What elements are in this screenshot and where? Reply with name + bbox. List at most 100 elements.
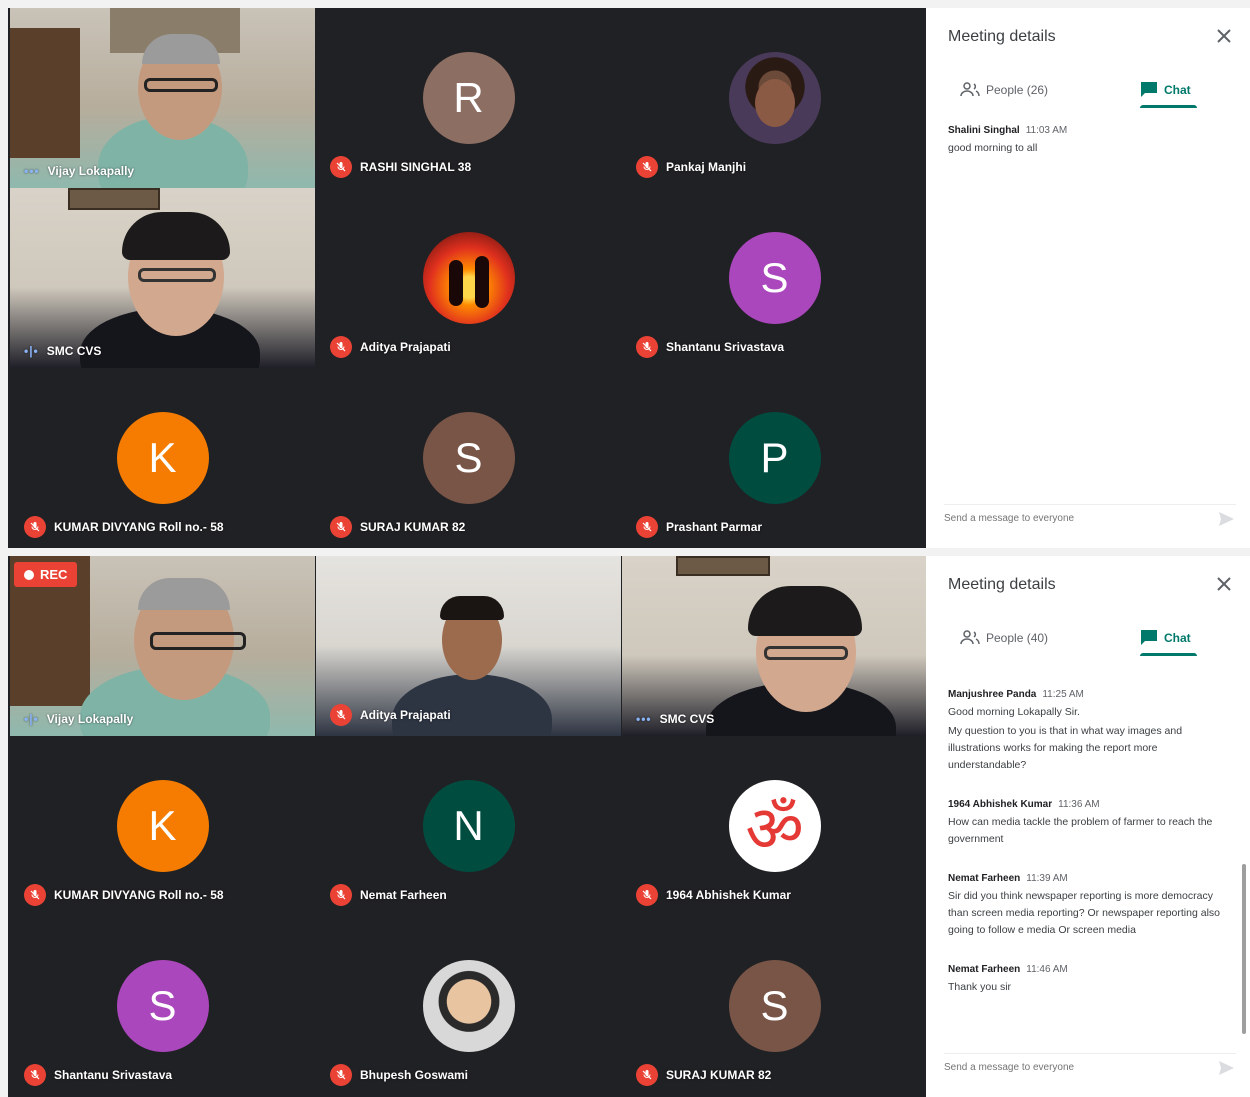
participant-name: Shantanu Srivastava	[666, 340, 785, 354]
chat-messages: Shalini Singhal 11:03 AM good morning to …	[948, 120, 1232, 488]
participant-nameplate: 1964 Abhishek Kumar	[636, 884, 791, 906]
chat-message-input[interactable]	[944, 1062, 1216, 1073]
message-text: good morning to all	[948, 142, 1038, 154]
participant-nameplate: Nemat Farheen	[330, 884, 447, 906]
tab-people[interactable]: People (26)	[960, 70, 1048, 110]
tab-people[interactable]: People (40)	[960, 618, 1048, 658]
speaking-indicator-icon: •|•	[24, 712, 39, 726]
participant-tile-smc-cvs[interactable]: •|• SMC CVS	[10, 188, 315, 368]
participant-tile-vijay[interactable]: ••• Vijay Lokapally	[10, 8, 315, 188]
close-icon[interactable]	[1212, 24, 1236, 48]
participant-tile-shantanu[interactable]: S Shantanu Srivastava	[10, 916, 315, 1096]
chat-message: Nemat Farheen 11:39 AM Sir did you think …	[948, 868, 1232, 939]
speaking-indicator-icon: •••	[636, 712, 652, 726]
message-time: 11:39 AM	[1026, 873, 1068, 884]
send-icon[interactable]	[1216, 1058, 1236, 1078]
participant-name: Pankaj Manjhi	[666, 160, 747, 174]
chat-message: Nemat Farheen 11:46 AM Thank you sir	[948, 959, 1232, 996]
chat-scrollbar[interactable]	[1242, 864, 1246, 1034]
participant-tile-suraj[interactable]: S SURAJ KUMAR 82	[316, 368, 621, 548]
close-icon[interactable]	[1212, 572, 1236, 596]
avatar: P	[728, 412, 821, 504]
participant-nameplate: SURAJ KUMAR 82	[636, 1064, 771, 1086]
participant-name: Vijay Lokapally	[46, 712, 134, 726]
participant-nameplate: ••• Vijay Lokapally	[24, 164, 134, 178]
chat-message: Manjushree Panda 11:25 AM Good morning Lo…	[948, 684, 1232, 774]
participant-tile-shantanu[interactable]: S Shantanu Srivastava	[622, 188, 927, 368]
participant-tile-pankaj[interactable]: Pankaj Manjhi	[622, 8, 927, 188]
participant-name: SURAJ KUMAR 82	[666, 1068, 772, 1082]
participant-name: Bhupesh Goswami	[360, 1068, 469, 1082]
mic-off-icon	[636, 336, 658, 358]
mic-off-icon	[24, 1064, 46, 1086]
message-time: 11:25 AM	[1042, 689, 1084, 700]
mic-off-icon	[330, 336, 352, 358]
mic-off-icon	[636, 1064, 658, 1086]
participant-nameplate: KUMAR DIVYANG Roll no.- 58	[24, 516, 224, 538]
people-icon	[960, 81, 980, 100]
participant-name: Vijay Lokapally	[47, 164, 135, 178]
speaking-indicator-icon: •••	[24, 164, 40, 178]
participant-name: SMC CVS	[659, 712, 715, 726]
avatar: S	[728, 960, 821, 1052]
panel-title: Meeting details	[948, 576, 1056, 593]
send-icon[interactable]	[1216, 509, 1236, 529]
tab-chat[interactable]: Chat	[1140, 70, 1197, 110]
mic-off-icon	[636, 156, 658, 178]
video-feed	[10, 8, 315, 188]
tab-chat-label: Chat	[1164, 631, 1191, 645]
participant-nameplate: Shantanu Srivastava	[636, 336, 784, 358]
participant-tile-prashant[interactable]: P Prashant Parmar	[622, 368, 927, 548]
mic-off-icon	[330, 884, 352, 906]
participant-tile-aditya[interactable]: Aditya Prajapati	[316, 556, 621, 736]
mic-off-icon	[330, 516, 352, 538]
mic-off-icon	[636, 884, 658, 906]
participant-tile-nemat[interactable]: N Nemat Farheen	[316, 736, 621, 916]
speaking-indicator-icon: •|•	[24, 344, 39, 358]
people-icon	[960, 629, 980, 648]
participant-tile-kumar[interactable]: K KUMAR DIVYANG Roll no.- 58	[10, 368, 315, 548]
participant-tile-aditya[interactable]: Aditya Prajapati	[316, 188, 621, 368]
message-text: My question to you is that in what way i…	[948, 725, 1183, 771]
participant-nameplate: Aditya Prajapati	[330, 704, 451, 726]
participant-tile-bhupesh[interactable]: Bhupesh Goswami	[316, 916, 621, 1096]
chat-compose	[944, 504, 1236, 532]
chat-message-input[interactable]	[944, 513, 1216, 524]
chat-icon	[1140, 81, 1158, 100]
participant-name: KUMAR DIVYANG Roll no.- 58	[54, 888, 224, 902]
participant-nameplate: Pankaj Manjhi	[636, 156, 746, 178]
participant-tile-suraj[interactable]: S SURAJ KUMAR 82	[622, 916, 927, 1096]
message-sender: Manjushree Panda	[948, 689, 1037, 700]
recording-label: REC	[40, 567, 68, 582]
active-tab-indicator	[1140, 105, 1197, 108]
participant-tile-smc-cvs[interactable]: ••• SMC CVS	[622, 556, 927, 736]
participant-tile-kumar[interactable]: K KUMAR DIVYANG Roll no.- 58	[10, 736, 315, 916]
avatar: K	[116, 412, 209, 504]
recording-dot-icon	[24, 569, 34, 580]
chat-compose	[944, 1053, 1236, 1081]
avatar: S	[728, 232, 821, 324]
participant-name: Shantanu Srivastava	[54, 1068, 173, 1082]
om-symbol-avatar: ॐ	[728, 780, 821, 872]
message-time: 11:46 AM	[1026, 964, 1068, 975]
participant-name: Aditya Prajapati	[360, 708, 451, 722]
avatar: S	[422, 412, 515, 504]
meet-screen-top: ••• Vijay Lokapally R RASHI SINGHAL 38 P…	[8, 8, 1250, 548]
participant-tile-rashi[interactable]: R RASHI SINGHAL 38	[316, 8, 621, 188]
tab-chat[interactable]: Chat	[1140, 618, 1197, 658]
message-time: 11:36 AM	[1058, 799, 1100, 810]
participant-name: SURAJ KUMAR 82	[360, 520, 466, 534]
panel-tabs: People (26) Chat	[926, 70, 1250, 110]
chat-message: Shalini Singhal 11:03 AM good morning to …	[948, 120, 1232, 157]
mic-off-icon	[24, 516, 46, 538]
mic-off-icon	[636, 516, 658, 538]
participant-nameplate: RASHI SINGHAL 38	[330, 156, 471, 178]
mic-off-icon	[330, 156, 352, 178]
participant-name: 1964 Abhishek Kumar	[666, 888, 791, 902]
tab-people-label: People (40)	[986, 631, 1049, 645]
panel-tabs: People (40) Chat	[926, 618, 1250, 658]
participant-tile-abhishek[interactable]: ॐ 1964 Abhishek Kumar	[622, 736, 927, 916]
participant-nameplate: Aditya Prajapati	[330, 336, 451, 358]
avatar: S	[116, 960, 209, 1052]
avatar: K	[116, 780, 209, 872]
